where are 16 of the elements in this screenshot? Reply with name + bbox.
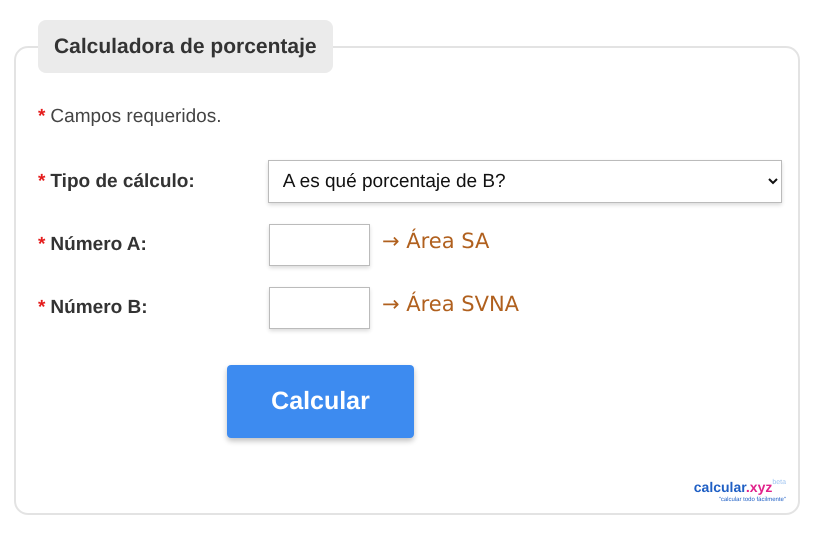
required-mark: * bbox=[38, 170, 46, 192]
required-mark: * bbox=[38, 297, 46, 319]
calculate-button[interactable]: Calcular bbox=[227, 365, 414, 438]
area-hint: → Área SA bbox=[382, 229, 490, 253]
field-label: Número A: bbox=[50, 234, 147, 256]
form-title: Calculadora de porcentaje bbox=[38, 20, 333, 73]
number-input[interactable] bbox=[269, 224, 370, 266]
area-hint: → Área SVNA bbox=[382, 292, 520, 316]
number-input[interactable] bbox=[269, 287, 370, 329]
required-note: Campos requeridos. bbox=[50, 106, 222, 128]
calculation-type-select[interactable]: A es qué porcentaje de B? bbox=[268, 160, 782, 203]
field-label: Tipo de cálculo: bbox=[50, 170, 195, 192]
logo-wordmark[interactable]: calcular.xyz bbox=[694, 479, 772, 497]
required-mark: * bbox=[38, 106, 46, 128]
field-label: Número B: bbox=[50, 297, 148, 319]
required-mark: * bbox=[38, 234, 46, 256]
